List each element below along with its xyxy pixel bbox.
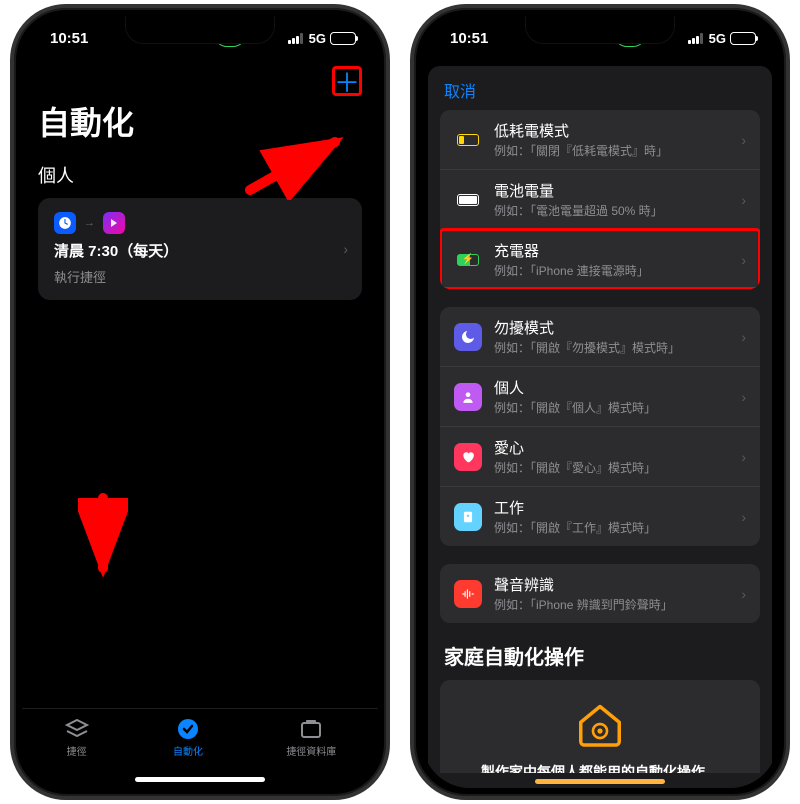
carrier-label: 5G	[309, 31, 326, 46]
group-power: 低耗電模式例如：「關閉『低耗電模式』時」 › 電池電量例如：「電池電量超過 50…	[440, 110, 760, 289]
page-title: 自動化	[38, 98, 362, 144]
notch	[125, 16, 275, 44]
clock-check-icon	[175, 717, 201, 741]
row-title: 勿擾模式	[494, 317, 729, 338]
row-work[interactable]: 工作例如：「開啟『工作』模式時」 ›	[440, 486, 760, 546]
chevron-right-icon: ›	[741, 449, 746, 465]
content-left: ＋ 自動化 個人 → 清晨 7:30（每天） 執行捷徑 ›	[22, 60, 378, 708]
status-right: 5G 75	[688, 31, 756, 46]
row-title: 充電器	[494, 240, 729, 261]
row-subtitle: 例如：「開啟『愛心』模式時」	[494, 459, 729, 476]
chevron-right-icon: ›	[741, 329, 746, 345]
automation-card[interactable]: → 清晨 7:30（每天） 執行捷徑 ›	[38, 198, 362, 300]
row-subtitle: 例如：「iPhone 辨識到門鈴聲時」	[494, 596, 729, 613]
phone-left: 10:51 5G 75 ＋ 自動化 個人 →	[10, 4, 390, 800]
row-title: 工作	[494, 497, 729, 518]
cancel-button[interactable]: 取消	[444, 84, 476, 101]
row-title: 個人	[494, 377, 729, 398]
battery-icon: 75	[730, 32, 756, 45]
row-subtitle: 例如：「開啟『個人』模式時」	[494, 399, 729, 416]
row-title: 愛心	[494, 437, 729, 458]
chevron-right-icon: ›	[741, 192, 746, 208]
plus-icon: ＋	[334, 63, 360, 100]
row-charger[interactable]: ⚡ 充電器例如：「iPhone 連接電源時」 ›	[440, 229, 760, 289]
row-subtitle: 例如：「iPhone 連接電源時」	[494, 262, 729, 279]
tab-gallery[interactable]: 捷徑資料庫	[286, 717, 336, 758]
group-focus: 勿擾模式例如：「開啟『勿擾模式』模式時」 › 個人例如：「開啟『個人』模式時」 …	[440, 307, 760, 546]
group-sound: 聲音辨識例如：「iPhone 辨識到門鈴聲時」 ›	[440, 564, 760, 623]
screen-right: 10:51 5G 75 取消 低耗電模式例如：「關閉『低耗電模式』時」 ›	[422, 16, 778, 788]
signal-bars-icon	[688, 33, 703, 44]
signal-bars-icon	[288, 33, 303, 44]
modal-sheet: 取消 低耗電模式例如：「關閉『低耗電模式』時」 › 電池電量例如：「電池電量超過…	[428, 66, 772, 788]
badge-icon	[454, 503, 482, 531]
home-section-title: 家庭自動化操作	[444, 641, 756, 670]
card-icons: →	[54, 212, 346, 234]
battery-level-icon	[454, 186, 482, 214]
home-indicator[interactable]	[535, 779, 665, 784]
carrier-label: 5G	[709, 31, 726, 46]
gallery-icon	[298, 717, 324, 741]
row-title: 聲音辨識	[494, 574, 729, 595]
tab-automation[interactable]: 自動化	[173, 717, 203, 758]
stack-icon	[64, 717, 90, 741]
row-title: 低耗電模式	[494, 120, 729, 141]
phone-right: 10:51 5G 75 取消 低耗電模式例如：「關閉『低耗電模式』時」 ›	[410, 4, 790, 800]
row-battery-level[interactable]: 電池電量例如：「電池電量超過 50% 時」 ›	[440, 169, 760, 229]
chevron-right-icon: ›	[343, 241, 348, 257]
home-automation-card[interactable]: 製作家中每個人都能用的自動化操作。	[440, 680, 760, 773]
charger-icon: ⚡	[454, 246, 482, 274]
modal-header: 取消	[428, 66, 772, 110]
waveform-icon	[454, 580, 482, 608]
chevron-right-icon: ›	[741, 132, 746, 148]
row-low-power[interactable]: 低耗電模式例如：「關閉『低耗電模式』時」 ›	[440, 110, 760, 169]
row-subtitle: 例如：「關閉『低耗電模式』時」	[494, 142, 729, 159]
row-sound-recognition[interactable]: 聲音辨識例如：「iPhone 辨識到門鈴聲時」 ›	[440, 564, 760, 623]
moon-icon	[454, 323, 482, 351]
card-title: 清晨 7:30（每天）	[54, 240, 346, 261]
home-indicator[interactable]	[135, 777, 265, 782]
chevron-right-icon: ›	[741, 509, 746, 525]
row-dnd[interactable]: 勿擾模式例如：「開啟『勿擾模式』模式時」 ›	[440, 307, 760, 366]
status-right: 5G 75	[288, 31, 356, 46]
trigger-list[interactable]: 低耗電模式例如：「關閉『低耗電模式』時」 › 電池電量例如：「電池電量超過 50…	[428, 110, 772, 773]
card-subtitle: 執行捷徑	[54, 267, 346, 286]
tab-label: 捷徑資料庫	[286, 743, 336, 758]
chevron-right-icon: ›	[741, 252, 746, 268]
shortcut-icon	[103, 212, 125, 234]
tab-label: 自動化	[173, 743, 203, 758]
chevron-right-icon: ›	[741, 389, 746, 405]
screen-left: 10:51 5G 75 ＋ 自動化 個人 →	[22, 16, 378, 788]
home-text: 製作家中每個人都能用的自動化操作。	[481, 762, 719, 773]
row-subtitle: 例如：「開啟『勿擾模式』模式時」	[494, 339, 729, 356]
home-icon	[572, 696, 628, 752]
battery-icon: 75	[330, 32, 356, 45]
clock-icon	[54, 212, 76, 234]
row-subtitle: 例如：「開啟『工作』模式時」	[494, 519, 729, 536]
add-automation-button[interactable]: ＋	[332, 66, 362, 96]
notch	[525, 16, 675, 44]
annotation-arrow-tab	[78, 488, 128, 588]
row-personal[interactable]: 個人例如：「開啟『個人』模式時」 ›	[440, 366, 760, 426]
tab-shortcuts[interactable]: 捷徑	[64, 717, 90, 758]
heart-icon	[454, 443, 482, 471]
section-personal: 個人	[38, 162, 362, 188]
tab-bar: 捷徑 自動化 捷徑資料庫	[22, 708, 378, 788]
row-title: 電池電量	[494, 180, 729, 201]
row-subtitle: 例如：「電池電量超過 50% 時」	[494, 202, 729, 219]
row-heart[interactable]: 愛心例如：「開啟『愛心』模式時」 ›	[440, 426, 760, 486]
chevron-right-icon: ›	[741, 586, 746, 602]
low-power-icon	[454, 126, 482, 154]
tab-label: 捷徑	[67, 743, 87, 758]
person-icon	[454, 383, 482, 411]
status-time: 10:51	[450, 30, 488, 47]
arrow-icon: →	[84, 217, 95, 229]
status-time: 10:51	[50, 30, 88, 47]
